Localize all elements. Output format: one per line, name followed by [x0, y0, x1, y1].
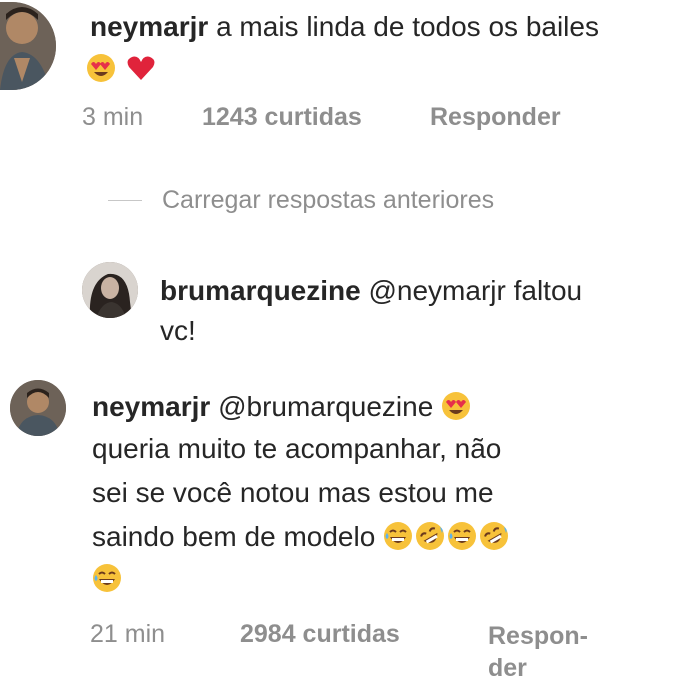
mention-link[interactable]: @brumarquezine: [218, 391, 433, 422]
avatar-neymarjr[interactable]: [0, 2, 56, 90]
reply-text-line2: queria muito te acompanhar, não: [92, 433, 502, 464]
reply-time: 21 min: [90, 620, 166, 648]
rolling-laughing-icon: [479, 521, 509, 551]
rolling-laughing-icon: [415, 521, 445, 551]
reply-text: brumarquezine @neymarjr faltou: [160, 272, 582, 310]
reply-text: neymarjr @brumarquezine: [92, 388, 473, 426]
reply-emoji-line: [92, 560, 124, 598]
reply-button[interactable]: Respon- der: [488, 620, 588, 684]
heart-eyes-icon: [441, 391, 471, 421]
reply-button-line1: Respon-: [488, 622, 588, 650]
comment-text: neymarjr a mais linda de todos os bailes: [90, 8, 599, 46]
reply-body-line: faltou: [513, 275, 583, 306]
mention-link[interactable]: @neymarjr: [368, 275, 505, 306]
comment-body: a mais linda de todos os bailes: [216, 11, 599, 42]
comment-time: 3 min: [82, 103, 144, 131]
comment-emojis: [86, 50, 158, 88]
grinning-sweat-icon: [92, 563, 122, 593]
avatar-photo: [0, 2, 56, 90]
red-heart-icon: [126, 53, 156, 83]
reply-body-line: saindo bem de modelo: [92, 521, 376, 552]
comment-username[interactable]: neymarjr: [90, 11, 208, 42]
avatar-neymarjr-reply[interactable]: [10, 380, 66, 436]
reply-text-line4: saindo bem de modelo: [92, 518, 511, 556]
reply-likes[interactable]: 2984 curtidas: [240, 620, 400, 649]
reply-text-line2: vc!: [160, 315, 196, 346]
reply-username[interactable]: brumarquezine: [160, 275, 361, 306]
grinning-sweat-icon: [383, 521, 413, 551]
reply-button[interactable]: Responder: [430, 103, 561, 132]
reply-username[interactable]: neymarjr: [92, 391, 210, 422]
replies-divider: [108, 200, 142, 201]
avatar-photo: [82, 262, 138, 318]
avatar-photo: [10, 380, 66, 436]
heart-eyes-icon: [86, 53, 116, 83]
reply-text-line3: sei se você notou mas estou me: [92, 477, 494, 508]
grinning-sweat-icon: [447, 521, 477, 551]
avatar-brumarquezine[interactable]: [82, 262, 138, 318]
comment-likes[interactable]: 1243 curtidas: [202, 103, 362, 132]
reply-button-line2: der: [488, 654, 527, 682]
load-previous-replies-button[interactable]: Carregar respostas anteriores: [162, 186, 494, 215]
